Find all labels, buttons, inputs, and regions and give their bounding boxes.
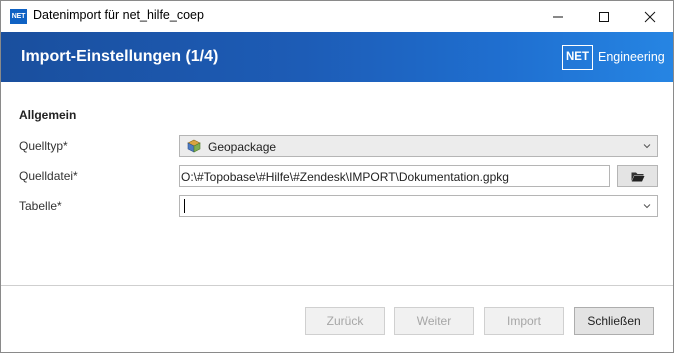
folder-open-icon: [631, 172, 644, 181]
footer-divider: [1, 285, 673, 286]
import-dialog: NET Datenimport für net_hilfe_coep Impor…: [0, 0, 674, 353]
source-type-select[interactable]: Geopackage: [179, 135, 658, 157]
source-file-input[interactable]: O:\#Topobase\#Hilfe\#Zendesk\IMPORT\Doku…: [179, 165, 610, 187]
close-icon: [644, 11, 656, 22]
import-button[interactable]: Import: [484, 307, 564, 335]
back-button[interactable]: Zurück: [305, 307, 385, 335]
source-type-label: Quelltyp*: [19, 139, 68, 153]
table-label: Tabelle*: [19, 199, 62, 213]
next-button[interactable]: Weiter: [394, 307, 474, 335]
browse-file-button[interactable]: [617, 165, 658, 187]
close-button[interactable]: Schließen: [574, 307, 654, 335]
maximize-button[interactable]: [581, 1, 627, 32]
chevron-down-icon: [643, 204, 651, 209]
window-title: Datenimport für net_hilfe_coep: [33, 8, 204, 22]
brand-name: Engineering: [598, 50, 665, 64]
section-title-general: Allgemein: [19, 108, 77, 122]
geopackage-icon: [187, 139, 201, 153]
chevron-down-icon: [643, 144, 651, 149]
app-logo-icon: NET: [10, 9, 27, 24]
minimize-button[interactable]: [535, 1, 581, 32]
brand-logo: NET: [562, 45, 593, 70]
close-window-button[interactable]: [627, 1, 673, 32]
title-bar[interactable]: NET Datenimport für net_hilfe_coep: [1, 1, 673, 32]
source-file-label: Quelldatei*: [19, 169, 78, 183]
maximize-icon: [599, 11, 609, 22]
text-cursor: [184, 199, 185, 213]
wizard-header: Import-Einstellungen (1/4) NET Engineeri…: [1, 32, 673, 82]
source-file-value: O:\#Topobase\#Hilfe\#Zendesk\IMPORT\Doku…: [181, 170, 509, 184]
wizard-step-title: Import-Einstellungen (1/4): [21, 48, 219, 65]
table-select[interactable]: [179, 195, 658, 217]
source-type-value: Geopackage: [208, 140, 277, 154]
minimize-icon: [553, 16, 563, 17]
